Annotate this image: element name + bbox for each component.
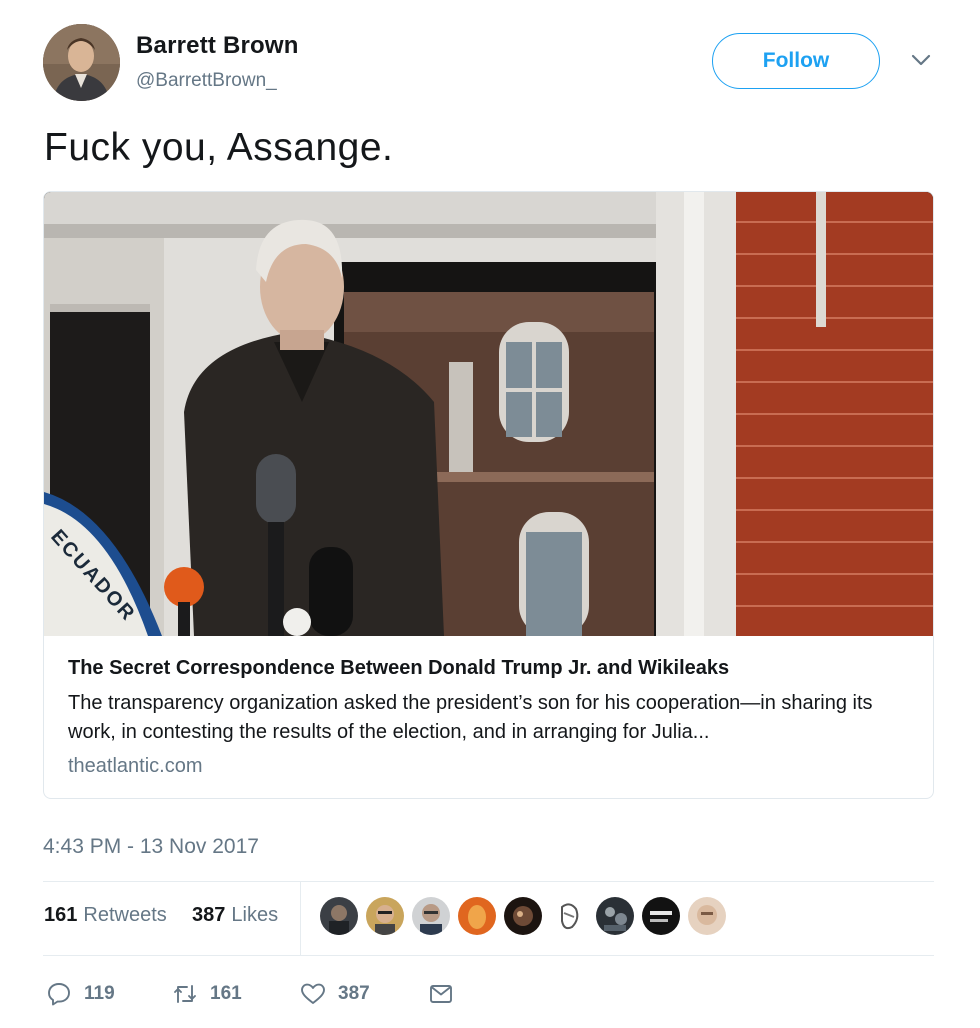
display-name[interactable]: Barrett Brown (136, 32, 299, 60)
avatar[interactable] (458, 897, 496, 935)
message-icon (430, 985, 452, 1003)
reply-count: 119 (84, 983, 115, 1004)
link-card[interactable]: ECUADOR The Secret Correspondence Betwee… (43, 191, 934, 799)
chevron-down-icon[interactable] (908, 50, 934, 70)
timestamp[interactable]: 4:43 PM - 13 Nov 2017 (43, 835, 259, 859)
divider (300, 881, 301, 955)
avatar[interactable] (412, 897, 450, 935)
avatar[interactable] (596, 897, 634, 935)
user-handle[interactable]: @BarrettBrown_ (136, 70, 277, 92)
card-domain: theatlantic.com (68, 755, 203, 777)
reply-icon (48, 983, 70, 1006)
avatar[interactable] (43, 24, 120, 101)
card-title[interactable]: The Secret Correspondence Between Donald… (68, 657, 729, 680)
likes-count: 387 (192, 904, 226, 926)
avatar[interactable] (366, 897, 404, 935)
retweets-label: Retweets (83, 904, 167, 926)
retweets-count: 161 (44, 904, 78, 926)
like-count: 387 (338, 983, 370, 1004)
retweet-count: 161 (210, 983, 242, 1004)
likers-avatars (320, 897, 726, 937)
avatar[interactable] (688, 897, 726, 935)
tweet: Barrett Brown @BarrettBrown_ Follow Fuck… (0, 0, 980, 1028)
card-description: The transparency organization asked the … (68, 692, 873, 743)
retweet-button[interactable]: 161 (172, 978, 242, 1010)
direct-message-button[interactable] (428, 978, 454, 1010)
reply-button[interactable]: 119 (46, 978, 115, 1010)
divider (43, 955, 934, 956)
tweet-text: Fuck you, Assange. (44, 126, 394, 169)
likes-label: Likes (231, 904, 279, 926)
likes-stat[interactable]: 387 Likes (192, 904, 278, 927)
follow-button[interactable]: Follow (712, 33, 880, 89)
avatar[interactable] (504, 897, 542, 935)
avatar[interactable] (550, 897, 588, 935)
like-button[interactable]: 387 (300, 978, 370, 1010)
divider (43, 881, 934, 882)
retweet-icon (174, 985, 196, 1003)
retweets-stat[interactable]: 161 Retweets (44, 904, 167, 927)
heart-icon (301, 983, 325, 1004)
avatar[interactable] (320, 897, 358, 935)
avatar[interactable] (642, 897, 680, 935)
card-image[interactable]: ECUADOR (44, 192, 933, 636)
